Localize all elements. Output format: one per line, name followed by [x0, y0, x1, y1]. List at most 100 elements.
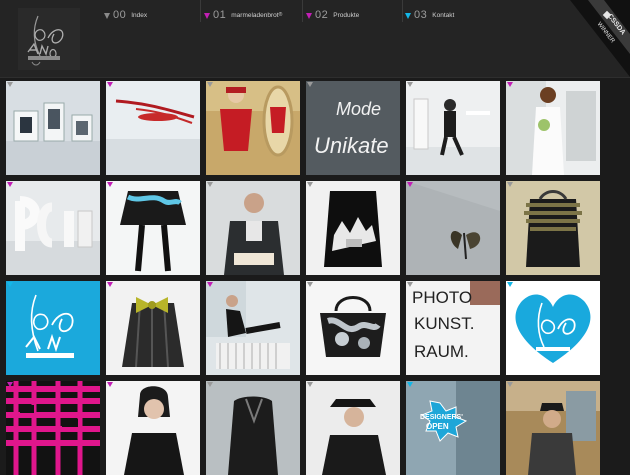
tile-image	[106, 281, 200, 375]
nav-divider	[200, 0, 201, 22]
grid-tile-woman-portrait[interactable]	[106, 381, 200, 475]
deavoe-logo-icon[interactable]	[18, 8, 80, 70]
tile-marker	[307, 382, 313, 387]
triangle-down-icon	[104, 12, 110, 19]
tile-image	[206, 381, 300, 475]
nav-number: 03	[414, 9, 428, 21]
tile-image: DESIGNERS' OPEN	[406, 381, 500, 475]
triangle-down-icon	[405, 12, 411, 19]
grid-tile-red-dress-mannequin[interactable]	[206, 81, 300, 175]
tile-marker	[7, 182, 13, 187]
triangle-down-icon	[306, 12, 312, 19]
tile-image	[206, 181, 300, 275]
grid-tile-man-hat[interactable]	[306, 381, 400, 475]
tile-marker	[307, 182, 313, 187]
tile-marker	[507, 182, 513, 187]
tile-marker	[107, 382, 113, 387]
cssda-winner-badge[interactable]: CSSDA WINNER	[570, 0, 630, 77]
grid-tile-heart-logo[interactable]	[506, 281, 600, 375]
tile-image	[6, 181, 100, 275]
nav-item-index[interactable]: 00 Index	[104, 8, 147, 22]
tile-image: PHOTO KUNST. RAUM.	[406, 281, 500, 375]
grid-tile-man-suit[interactable]	[206, 181, 300, 275]
tile-image	[306, 381, 400, 475]
nav-item-marmeladenbrot[interactable]: 01 marmeladenbrot ®	[204, 8, 282, 22]
tile-marker	[507, 82, 513, 87]
nav-label: Kontakt	[432, 11, 455, 19]
grid-tile-woman-radiator[interactable]	[206, 281, 300, 375]
grid-tile-print-skirt[interactable]	[306, 181, 400, 275]
nav-label: Index	[131, 11, 148, 19]
tile-caption: Unikate	[314, 133, 389, 158]
tile-marker	[7, 82, 13, 87]
top-navigation-bar: 00 Index 01 marmeladenbrot ® 02 Produkte…	[0, 0, 630, 78]
tile-image	[506, 281, 600, 375]
triangle-down-icon	[204, 12, 210, 19]
registered-mark: ®	[278, 12, 283, 18]
tile-image: Mode Unikate	[306, 81, 400, 175]
grid-tile-butterfly[interactable]	[406, 181, 500, 275]
tile-caption: PHOTO	[412, 288, 472, 307]
tile-marker	[107, 282, 113, 287]
grid-tile-mode-unikate[interactable]: Mode Unikate	[306, 81, 400, 175]
grid-tile-blue-print-skirt[interactable]	[106, 181, 200, 275]
tile-marker	[107, 82, 113, 87]
tile-image	[6, 81, 100, 175]
tile-image	[206, 281, 300, 375]
tile-image	[106, 381, 200, 475]
nav-divider	[402, 0, 403, 22]
tile-image	[506, 381, 600, 475]
grid-tile-yellow-bow-skirt[interactable]	[106, 281, 200, 375]
nav-item-kontakt[interactable]: 03 Kontakt	[405, 8, 454, 22]
nav-number: 01	[213, 9, 227, 21]
grid-tile-ruffled-top[interactable]	[506, 181, 600, 275]
tile-caption: DESIGNERS'	[420, 414, 463, 421]
grid-tile-white-letters[interactable]	[6, 181, 100, 275]
tile-image	[406, 181, 500, 275]
nav-label: marmeladenbrot	[231, 11, 279, 19]
nav-number: 00	[113, 9, 127, 21]
tile-image	[106, 81, 200, 175]
tile-image	[6, 281, 100, 375]
grid-tile-red-belt[interactable]	[106, 81, 200, 175]
grid-tile-magenta-pattern[interactable]	[6, 381, 100, 475]
tile-image	[206, 81, 300, 175]
nav-number: 02	[315, 9, 329, 21]
tile-marker	[7, 382, 13, 387]
tile-caption: OPEN	[426, 422, 449, 431]
grid-tile-white-frames[interactable]	[6, 81, 100, 175]
grid-tile-bride-flowers[interactable]	[506, 81, 600, 175]
tile-image	[506, 181, 600, 275]
tile-marker	[7, 282, 13, 287]
grid-tile-logo-cyan[interactable]	[6, 281, 100, 375]
tile-marker	[307, 282, 313, 287]
tile-marker	[407, 382, 413, 387]
nav-item-produkte[interactable]: 02 Produkte	[306, 8, 359, 22]
tile-marker	[407, 282, 413, 287]
tile-image	[106, 181, 200, 275]
tile-caption: Mode	[336, 99, 381, 119]
grid-tile-workshop-man[interactable]	[506, 381, 600, 475]
grid-tile-photo-kunst-raum[interactable]: PHOTO KUNST. RAUM.	[406, 281, 500, 375]
tile-marker	[207, 182, 213, 187]
tile-marker	[207, 82, 213, 87]
tile-marker	[507, 282, 513, 287]
tile-image	[6, 381, 100, 475]
tile-marker	[307, 82, 313, 87]
nav-divider	[302, 0, 303, 22]
tile-marker	[507, 382, 513, 387]
tile-image	[306, 181, 400, 275]
tile-marker	[407, 182, 413, 187]
tile-marker	[407, 82, 413, 87]
nav-label: Produkte	[333, 11, 360, 19]
tile-image	[406, 81, 500, 175]
tile-image	[306, 281, 400, 375]
tile-caption: KUNST.	[414, 314, 474, 333]
grid-tile-seated-woman[interactable]	[406, 81, 500, 175]
tile-marker	[107, 182, 113, 187]
grid-tile-floral-bag[interactable]	[306, 281, 400, 375]
tile-caption: RAUM.	[414, 342, 469, 361]
grid-tile-designers-open[interactable]: DESIGNERS' OPEN	[406, 381, 500, 475]
tile-image	[506, 81, 600, 175]
grid-tile-black-vest[interactable]	[206, 381, 300, 475]
